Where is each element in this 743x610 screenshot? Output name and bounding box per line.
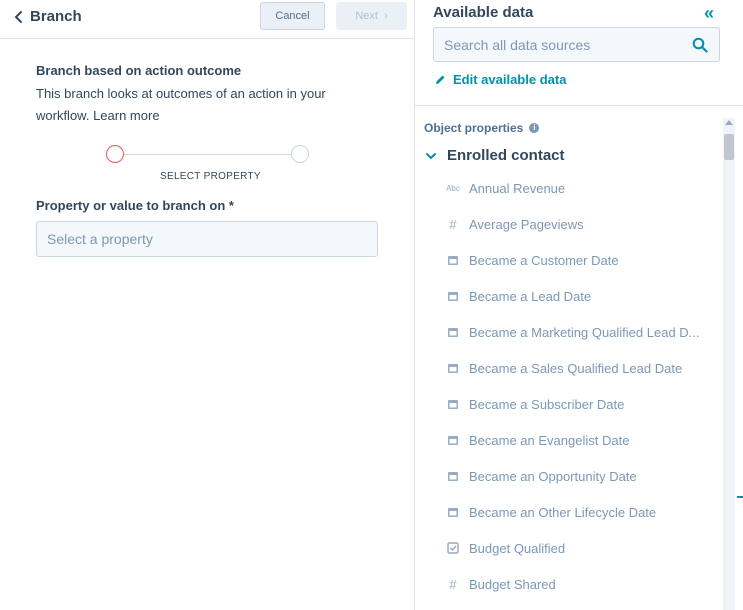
available-data-panel: Available data « Edit available data Obj… (414, 0, 743, 610)
info-icon[interactable]: i (529, 123, 540, 133)
cancel-button[interactable]: Cancel (260, 2, 325, 30)
calendar-icon (445, 506, 461, 518)
edit-available-data-link[interactable]: Edit available data (434, 72, 566, 87)
property-label: Average Pageviews (469, 216, 584, 232)
branch-title: Branch based on action outcome (36, 63, 242, 78)
calendar-icon (445, 254, 461, 266)
property-item[interactable]: Became a Lead Date (445, 278, 715, 314)
property-item[interactable]: Became a Subscriber Date (445, 386, 715, 422)
next-button[interactable]: Next › (336, 2, 407, 30)
collapse-panel-icon[interactable]: « (704, 3, 714, 24)
calendar-icon (445, 326, 461, 338)
edit-available-data-label: Edit available data (453, 72, 567, 87)
chevron-right-icon: › (383, 10, 388, 22)
property-label: Became an Other Lifecycle Date (469, 504, 657, 520)
property-item[interactable]: Became a Marketing Qualified Lead D... (445, 314, 715, 350)
property-item[interactable]: # Budget Shared (445, 566, 715, 602)
property-label: Annual Revenue (469, 180, 566, 196)
step-dot-current (106, 145, 124, 163)
number-icon: # (449, 216, 457, 232)
scrollbar-thumb[interactable] (724, 134, 734, 160)
chevron-down-icon (426, 152, 436, 159)
property-item[interactable]: # Average Pageviews (445, 206, 715, 242)
checkbox-icon (445, 542, 461, 554)
number-icon: # (449, 576, 457, 592)
chevron-left-icon (14, 10, 22, 23)
property-item[interactable]: Became an Other Lifecycle Date (445, 494, 715, 530)
calendar-icon (445, 434, 461, 446)
property-label: Became a Marketing Qualified Lead D... (469, 324, 700, 340)
enrolled-contact-group[interactable]: Enrolled contact (425, 147, 565, 164)
back-button[interactable]: Branch (12, 8, 82, 25)
property-select-placeholder: Select a property (47, 231, 153, 247)
calendar-icon (445, 290, 461, 302)
step-line (124, 154, 292, 155)
property-label: Budget Shared (469, 576, 556, 592)
property-label: Became an Opportunity Date (469, 468, 637, 484)
property-field-label: Property or value to branch on * (36, 198, 234, 213)
branch-description: This branch looks at outcomes of an acti… (36, 86, 326, 123)
calendar-icon (445, 470, 461, 482)
search-box (433, 27, 720, 62)
object-properties-label: Object properties (424, 121, 524, 135)
step-dot-next (291, 145, 309, 163)
panel-header: Branch Cancel Next › (0, 0, 414, 39)
calendar-icon (445, 398, 461, 410)
next-label: Next (355, 10, 378, 22)
search-input[interactable] (434, 28, 684, 61)
search-icon[interactable] (692, 37, 708, 53)
property-label: Became a Lead Date (469, 288, 592, 304)
calendar-icon (445, 362, 461, 374)
property-select[interactable]: Select a property (36, 221, 378, 257)
scrollbar[interactable] (723, 118, 735, 610)
step-label: SELECT PROPERTY (160, 171, 261, 182)
step-indicator (106, 145, 310, 165)
property-label: Became an Evangelist Date (469, 432, 630, 448)
page-title: Branch (30, 8, 82, 25)
property-item[interactable]: Became an Opportunity Date (445, 458, 715, 494)
cancel-label: Cancel (275, 10, 310, 22)
pencil-icon (436, 75, 445, 84)
group-label: Enrolled contact (447, 147, 565, 164)
available-data-title: Available data (433, 4, 534, 21)
property-label: Became a Customer Date (469, 252, 619, 268)
property-item[interactable]: Budget Qualified (445, 530, 715, 566)
property-item[interactable]: Became an Evangelist Date (445, 422, 715, 458)
edge-indicator (737, 496, 743, 498)
property-item[interactable]: Abc Annual Revenue (445, 170, 715, 206)
scroll-up-icon[interactable] (725, 120, 733, 125)
property-label: Became a Sales Qualified Lead Date (469, 360, 683, 376)
property-label: Budget Qualified (469, 540, 566, 556)
property-label: Became a Subscriber Date (469, 396, 625, 412)
branch-panel: Branch Cancel Next › Branch based on acti… (0, 0, 414, 610)
text-icon: Abc (446, 183, 460, 193)
property-item[interactable]: Became a Customer Date (445, 242, 715, 278)
property-item[interactable]: Became a Sales Qualified Lead Date (445, 350, 715, 386)
object-properties-heading: Object properties i (424, 121, 540, 135)
available-data-header: Available data « Edit available data (415, 0, 743, 106)
